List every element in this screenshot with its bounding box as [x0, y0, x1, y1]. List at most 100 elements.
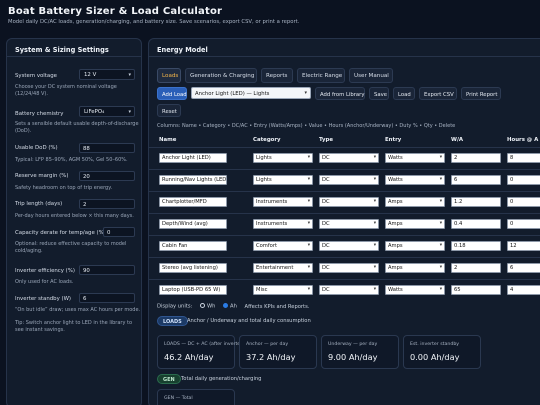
trip-length-input[interactable]: 2	[79, 199, 135, 209]
category-select[interactable]: Instruments ▾	[253, 219, 313, 229]
kpi-label: GEN — Total	[164, 396, 193, 401]
trip-length-hint: Per-day hours entered below × this many …	[15, 213, 134, 219]
entry-select[interactable]: Amps ▾	[385, 263, 445, 273]
inverter-standby-input[interactable]: 6	[79, 293, 135, 303]
load-name-input[interactable]: Cabin Fan	[159, 241, 227, 251]
entry-select[interactable]: Watts ▾	[385, 285, 445, 295]
reserve-margin-label: Reserve margin (%)	[15, 173, 69, 179]
type-select[interactable]: DC ▾	[319, 219, 379, 229]
category-value: Instruments	[256, 199, 288, 205]
hours-input[interactable]: 6	[507, 263, 540, 273]
inverter-efficiency-label: Inverter efficiency (%)	[15, 268, 76, 274]
entry-select[interactable]: Amps ▾	[385, 197, 445, 207]
inverter-standby-label: Inverter standby (W)	[15, 296, 72, 302]
table-row: Laptop (USB-PD 65 W) Misc ▾ DC ▾ Watts ▾ 65 4	[149, 279, 540, 301]
type-select[interactable]: DC ▾	[319, 285, 379, 295]
tab-user-manual[interactable]: User Manual	[349, 68, 393, 83]
usable-dod-input[interactable]: 88	[79, 143, 135, 153]
add-from-library-button[interactable]: Add from Library	[315, 87, 365, 100]
capacity-derate-input[interactable]: 0	[103, 227, 135, 237]
hours-input[interactable]: 0	[507, 219, 540, 229]
system-voltage-hint: Choose your DC system nominal voltage (1…	[15, 84, 117, 97]
settings-panel: System & Sizing Settings System voltage …	[6, 38, 142, 405]
tab-reports[interactable]: Reports	[261, 68, 293, 83]
hours-input[interactable]: 0	[507, 175, 540, 185]
load-name-input[interactable]: Chartplotter/MFD	[159, 197, 227, 207]
type-select[interactable]: DC ▾	[319, 263, 379, 273]
value-input[interactable]: 6	[451, 175, 501, 185]
save-button[interactable]: Save	[369, 87, 389, 100]
kpi-label: Anchor — per day	[246, 342, 289, 347]
library-select[interactable]: Anchor Light (LED) — Lights ▾	[191, 87, 311, 99]
reserve-margin-input[interactable]: 20	[79, 171, 135, 181]
load-name-input[interactable]: Laptop (USB-PD 65 W)	[159, 285, 227, 295]
category-select[interactable]: Misc ▾	[253, 285, 313, 295]
entry-select[interactable]: Watts ▾	[385, 175, 445, 185]
library-select-value: Anchor Light (LED) — Lights	[195, 90, 270, 97]
table-row: Stereo (avg listening) Entertainment ▾ DC ▾ A…	[149, 257, 540, 279]
display-units-label: Display units:	[157, 303, 193, 310]
chevron-down-icon: ▾	[373, 243, 376, 248]
battery-chemistry-select[interactable]: LiFePO₄ ▾	[79, 106, 135, 117]
chevron-down-icon: ▾	[307, 199, 310, 204]
entry-select[interactable]: Amps ▾	[385, 241, 445, 251]
hours-input[interactable]: 8	[507, 153, 540, 163]
type-select[interactable]: DC ▾	[319, 241, 379, 251]
chevron-down-icon: ▾	[307, 177, 310, 182]
kpi-label: LOADS — DC + AC (after inverter)	[164, 342, 244, 347]
load-button[interactable]: Load	[393, 87, 415, 100]
chevron-down-icon: ▾	[439, 221, 442, 226]
gen-note: Total daily generation/charging	[181, 376, 262, 382]
chevron-down-icon: ▾	[373, 199, 376, 204]
system-voltage-select[interactable]: 12 V ▾	[79, 69, 135, 80]
type-select[interactable]: DC ▾	[319, 197, 379, 207]
value-input[interactable]: 2	[451, 263, 501, 273]
entry-value: Watts	[388, 177, 403, 183]
tab-electric-range[interactable]: Electric Range	[297, 68, 345, 83]
category-select[interactable]: Lights ▾	[253, 175, 313, 185]
type-select[interactable]: DC ▾	[319, 175, 379, 185]
value-input[interactable]: 1.2	[451, 197, 501, 207]
radio-ah[interactable]	[223, 303, 229, 308]
tab-loads[interactable]: Loads	[157, 68, 181, 83]
settings-title: System & Sizing Settings	[7, 39, 141, 57]
load-name-input[interactable]: Running/Nav Lights (LED)	[159, 175, 227, 185]
export-csv-button[interactable]: Export CSV	[419, 87, 457, 100]
table-row: Depth/Wind (avg) Instruments ▾ DC ▾ Amps ▾ 0.4 0	[149, 213, 540, 235]
value-input[interactable]: 2	[451, 153, 501, 163]
entry-select[interactable]: Watts ▾	[385, 153, 445, 163]
reserve-margin-hint: Safety headroom on top of trip energy.	[15, 185, 113, 191]
radio-wh[interactable]	[199, 303, 205, 308]
category-value: Entertainment	[256, 265, 294, 271]
value-input[interactable]: 0.4	[451, 219, 501, 229]
hours-input[interactable]: 0	[507, 197, 540, 207]
category-select[interactable]: Instruments ▾	[253, 197, 313, 207]
add-load-button[interactable]: Add Load	[157, 87, 187, 100]
category-select[interactable]: Entertainment ▾	[253, 263, 313, 273]
reset-button[interactable]: Reset	[157, 104, 181, 117]
table-row: Chartplotter/MFD Instruments ▾ DC ▾ Amps ▾ 1.2 0	[149, 191, 540, 213]
load-name-input[interactable]: Anchor Light (LED)	[159, 153, 227, 163]
chevron-down-icon: ▾	[439, 199, 442, 204]
hours-input[interactable]: 4	[507, 285, 540, 295]
category-select[interactable]: Lights ▾	[253, 153, 313, 163]
value-input[interactable]: 65	[451, 285, 501, 295]
entry-value: Amps	[388, 199, 403, 205]
chevron-down-icon: ▾	[439, 155, 442, 160]
load-name-input[interactable]: Stereo (avg listening)	[159, 263, 227, 273]
system-voltage-label: System voltage	[15, 73, 57, 79]
value-input[interactable]: 0.18	[451, 241, 501, 251]
tab-generation-charging[interactable]: Generation & Charging	[185, 68, 257, 83]
category-select[interactable]: Comfort ▾	[253, 241, 313, 251]
hours-input[interactable]: 12	[507, 241, 540, 251]
type-select[interactable]: DC ▾	[319, 153, 379, 163]
inverter-efficiency-input[interactable]: 90	[79, 265, 135, 275]
kpi-value: 37.2 Ah/day	[246, 352, 296, 362]
entry-value: Amps	[388, 221, 403, 227]
entry-select[interactable]: Amps ▾	[385, 219, 445, 229]
header-type: Type	[319, 137, 334, 143]
load-name-input[interactable]: Depth/Wind (avg)	[159, 219, 227, 229]
chevron-down-icon: ▾	[128, 71, 131, 78]
header-value: W/A	[451, 137, 464, 143]
print-report-button[interactable]: Print Report	[461, 87, 501, 100]
